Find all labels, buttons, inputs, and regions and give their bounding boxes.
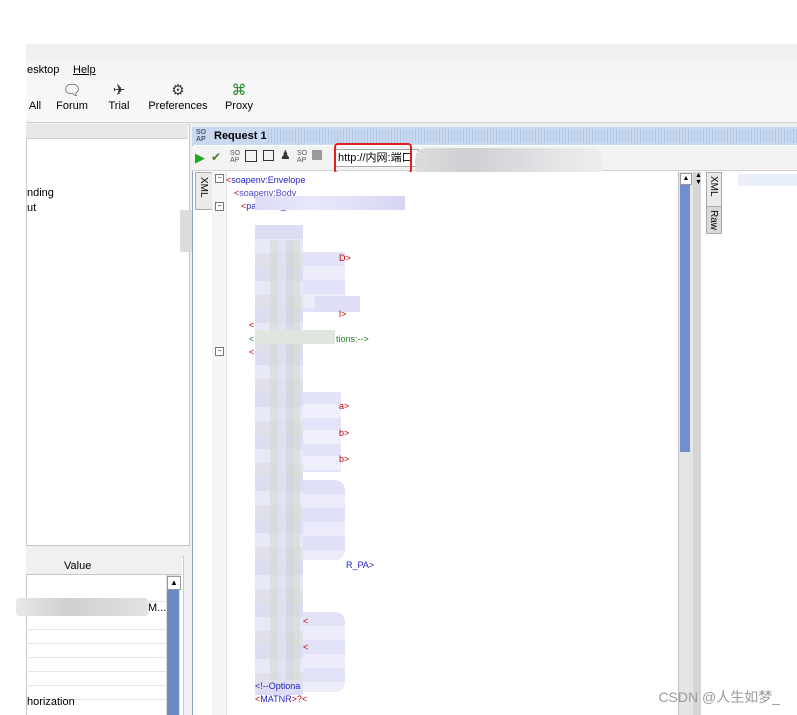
navigator-item-2[interactable]: ut: [27, 202, 36, 214]
all-label: All: [28, 100, 42, 112]
redacted-mosaic: [303, 612, 345, 692]
scroll-up-arrow-icon[interactable]: ▲: [680, 173, 692, 185]
code-fragment: a>: [339, 401, 350, 411]
request-title: Request 1: [214, 130, 267, 142]
code-fragment: b>: [339, 454, 350, 464]
code-fragment: D>: [339, 253, 351, 263]
property-value-truncated: M...: [148, 602, 167, 614]
code-fragment: l>: [339, 309, 347, 319]
code-comment-optional: <!--Optiona: [255, 681, 301, 691]
response-raw-tab-label: Raw: [708, 210, 719, 231]
redacted-mosaic: [303, 480, 345, 560]
trial-button[interactable]: ✈ Trial: [104, 82, 134, 120]
code-bracket: <: [249, 320, 255, 330]
watermark: CSDN @人生如梦_: [658, 689, 780, 705]
response-highlight-line: [738, 174, 797, 186]
submit-request-icon[interactable]: ▶: [195, 150, 205, 166]
property-row[interactable]: [26, 643, 166, 658]
response-raw-tab[interactable]: Raw: [706, 206, 722, 234]
menu-help[interactable]: Help: [73, 64, 96, 76]
preferences-label: Preferences: [148, 100, 208, 112]
fold-toggle[interactable]: −: [215, 202, 224, 211]
scroll-up-arrow-icon[interactable]: ▲: [167, 576, 181, 590]
screenshot: esktop Help All 🗨 Forum ✈ Trial ⚙ Prefer…: [0, 0, 797, 715]
all-icon: [26, 82, 44, 100]
menu-desktop[interactable]: esktop: [27, 64, 59, 76]
highlight-box: [334, 143, 412, 174]
redacted-mosaic: [270, 240, 300, 680]
proxy-label: Proxy: [224, 100, 254, 112]
fold-toggle[interactable]: −: [215, 347, 224, 356]
stop-icon[interactable]: [312, 150, 322, 160]
property-row[interactable]: [26, 615, 166, 630]
code-fragment: b>: [339, 428, 350, 438]
navigator-header: [26, 124, 188, 139]
menu-bar: [26, 60, 797, 80]
editor-scroll-thumb[interactable]: [680, 185, 690, 452]
redacted-mosaic: [315, 296, 360, 312]
redacted-value: [16, 598, 148, 616]
fold-toggle[interactable]: −: [215, 174, 224, 183]
properties-header: [26, 556, 182, 575]
preferences-button[interactable]: ⚙ Preferences: [147, 82, 209, 120]
code-line-envelope: <soapenv:Envelope: [226, 175, 306, 185]
top-margin: [0, 0, 797, 44]
user-icon[interactable]: ♟: [280, 148, 291, 162]
code-bracket: <: [303, 642, 309, 652]
response-xml-tab-label: XML: [708, 176, 719, 197]
redacted-mosaic: [303, 392, 341, 472]
soap-small-icon[interactable]: SO AP: [230, 150, 240, 164]
forum-button[interactable]: 🗨 Forum: [52, 82, 92, 120]
square-icon[interactable]: [263, 150, 274, 161]
redacted-mosaic: [255, 196, 405, 210]
titlebar-pattern: [268, 129, 797, 143]
response-xml-tab[interactable]: XML: [706, 172, 722, 208]
pane-splitter[interactable]: [693, 172, 701, 715]
proxy-button[interactable]: ⌘ Proxy: [222, 82, 256, 120]
request-xml-tab-label: XML: [198, 177, 209, 198]
redacted-mosaic: [255, 330, 335, 344]
properties-scroll-thumb[interactable]: [167, 590, 179, 715]
property-name-authorization: horization: [27, 696, 75, 708]
value-column-header: Value: [64, 560, 92, 572]
code-bracket: <: [249, 334, 255, 344]
code-fragment-r-pa: R_PA>: [346, 560, 375, 570]
property-row[interactable]: [26, 629, 166, 644]
property-row[interactable]: [26, 657, 166, 672]
code-bracket: <: [249, 347, 255, 357]
response-editor[interactable]: [722, 172, 797, 715]
trial-label: Trial: [108, 100, 130, 112]
property-row[interactable]: [26, 671, 166, 686]
main-toolbar: [26, 80, 797, 123]
trial-icon: ✈: [112, 82, 126, 99]
code-line-matnr: <MATNR>?<: [255, 694, 308, 704]
forum-label: Forum: [56, 100, 88, 112]
split-arrows-icon[interactable]: ▲ ▼: [695, 172, 702, 186]
menu-help-label: Help: [73, 64, 96, 76]
proxy-icon: ⌘: [231, 82, 247, 99]
soap-small-icon-2[interactable]: SO AP: [297, 150, 307, 164]
navigator-item-1[interactable]: nding: [27, 187, 54, 199]
editor-gutter: [212, 172, 227, 715]
forum-icon: 🗨: [62, 82, 82, 99]
all-button[interactable]: All: [26, 82, 44, 120]
gear-icon: ⚙: [171, 82, 185, 99]
request-xml-tab[interactable]: XML: [195, 172, 213, 210]
code-comment-options: tions:-->: [336, 334, 369, 344]
add-assertion-icon[interactable]: ✔: [211, 150, 221, 164]
expand-icon[interactable]: [245, 150, 257, 162]
code-bracket: <: [303, 616, 309, 626]
soap-icon: SO AP: [196, 129, 207, 143]
